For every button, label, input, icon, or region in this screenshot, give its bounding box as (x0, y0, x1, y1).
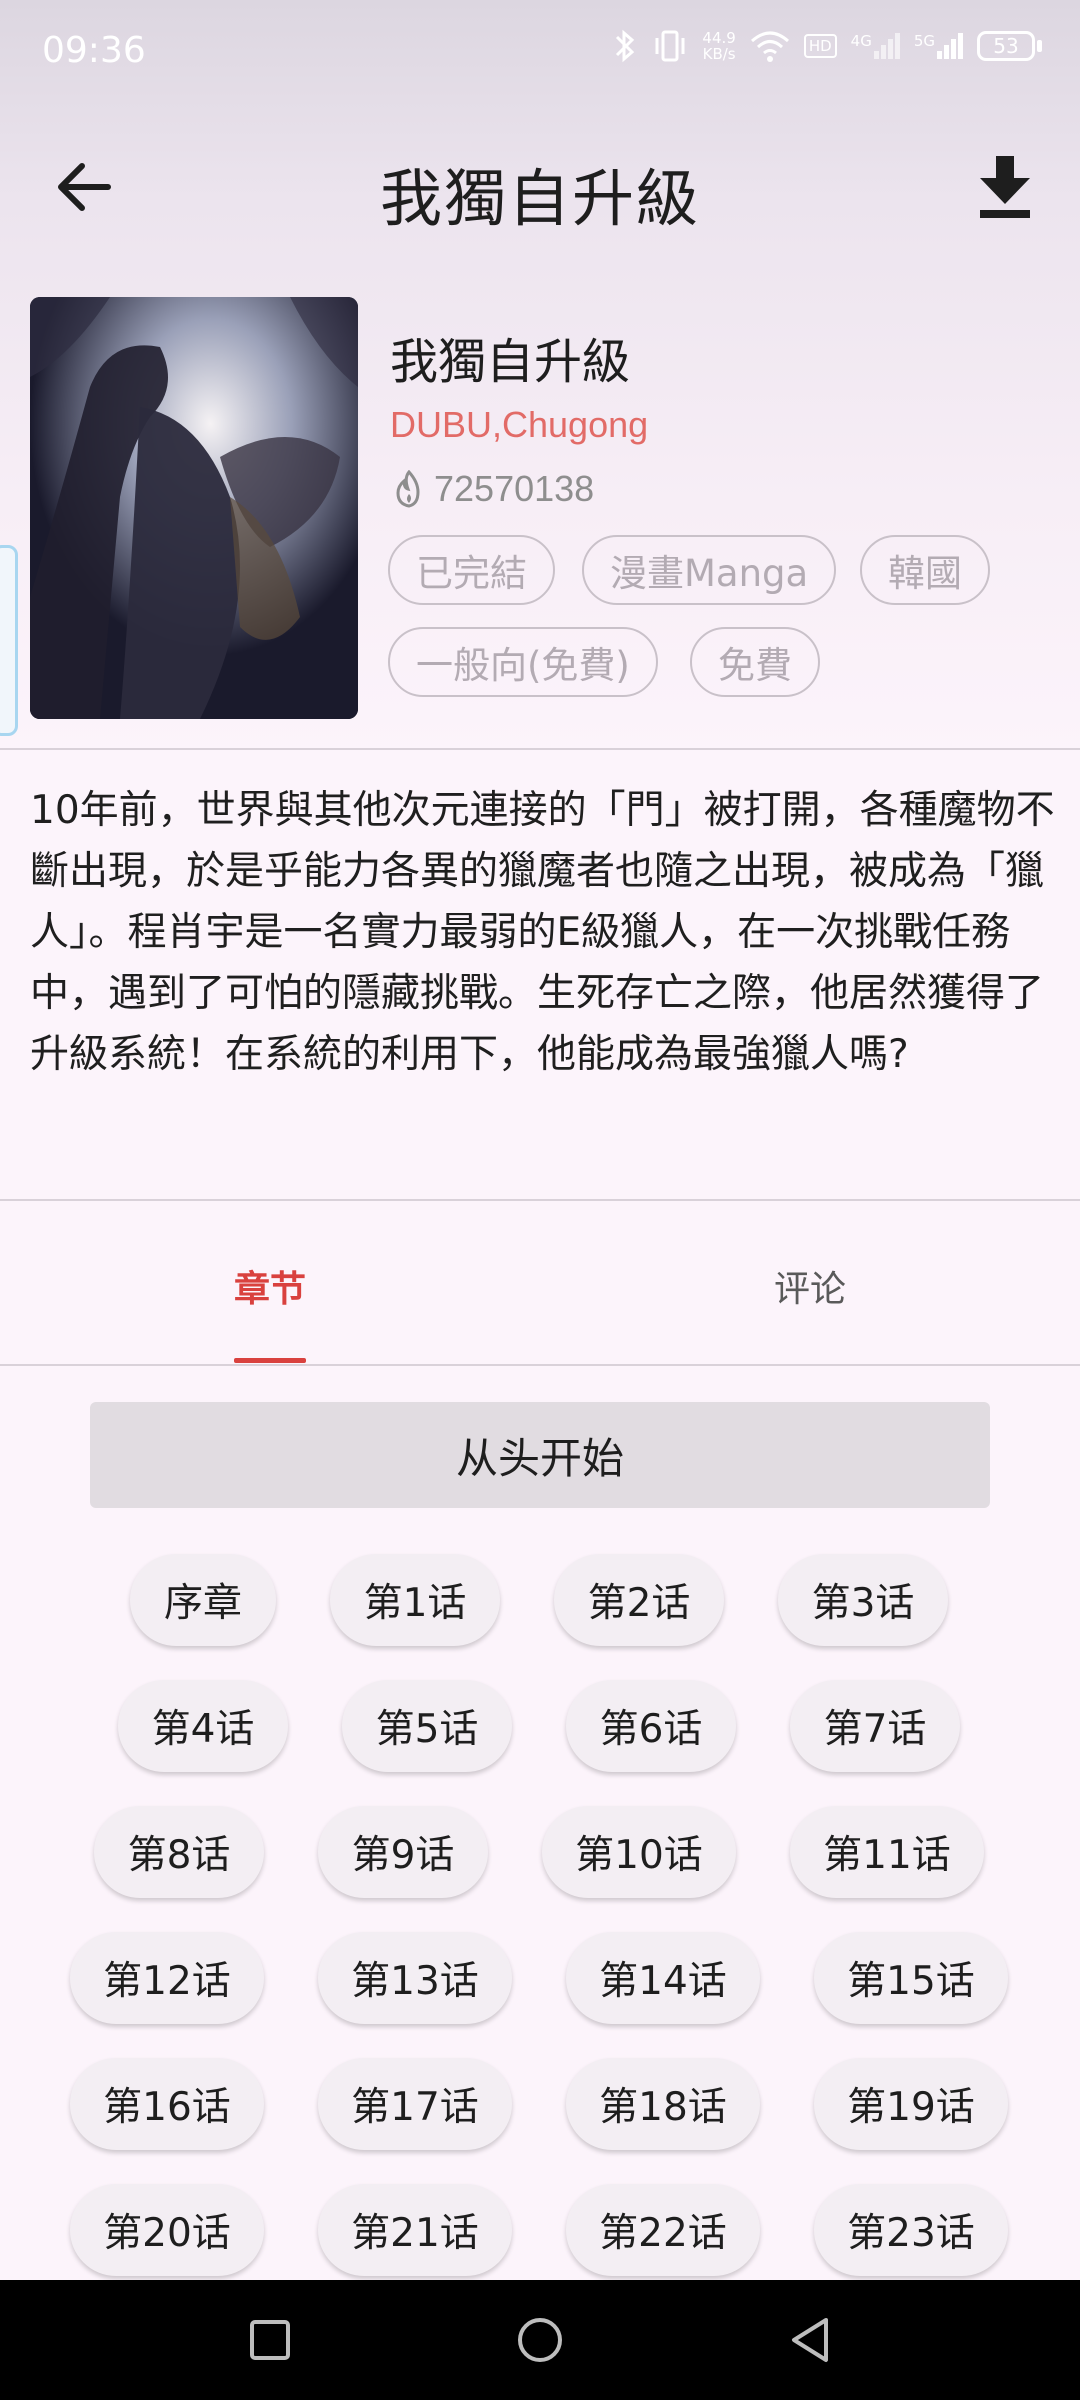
status-icons: 44.9 KB/s HD 4G 5G 53 (612, 28, 1042, 64)
home-circle-icon[interactable] (510, 2310, 570, 2370)
chapter-button[interactable]: 第16话 (70, 2058, 264, 2150)
tag-type[interactable]: 漫畫Manga (582, 535, 837, 605)
manga-description: 10年前，世界與其他次元連接的「門」被打開，各種魔物不斷出現，於是乎能力各異的獵… (30, 788, 1055, 1077)
chapter-button[interactable]: 第6话 (566, 1680, 736, 1772)
chapter-button[interactable]: 第13话 (318, 1932, 512, 2024)
battery-icon: 53 (977, 31, 1042, 61)
chapter-button[interactable]: 序章 (130, 1554, 276, 1646)
tab-indicator (234, 1358, 306, 1363)
chapter-button[interactable]: 第11话 (790, 1806, 984, 1898)
chapter-button[interactable]: 第7话 (790, 1680, 960, 1772)
page-title: 我獨自升級 (379, 162, 700, 235)
chapter-button[interactable]: 第20话 (70, 2184, 264, 2276)
chapter-button[interactable]: 第10话 (542, 1806, 736, 1898)
chapter-button[interactable]: 第8话 (94, 1806, 264, 1898)
chapter-button[interactable]: 第18话 (566, 2058, 760, 2150)
chapter-button[interactable]: 第14话 (566, 1932, 760, 2024)
start-reading-button[interactable]: 从头开始 (90, 1402, 990, 1508)
chapter-button[interactable]: 第3话 (778, 1554, 948, 1646)
chapter-button[interactable]: 第19话 (814, 2058, 1008, 2150)
vibrate-icon (655, 30, 685, 62)
chapter-button[interactable]: 第9话 (318, 1806, 488, 1898)
recents-square-icon[interactable] (240, 2310, 300, 2370)
view-count-value: 72570138 (434, 468, 595, 509)
floating-edge-tab[interactable] (0, 545, 18, 736)
manga-title: 我獨自升級 (390, 334, 631, 390)
manga-author[interactable]: DUBU,Chugong (390, 404, 648, 446)
chapter-button[interactable]: 第15话 (814, 1932, 1008, 2024)
signal-4g: 4G (851, 33, 900, 59)
status-time: 09:36 (42, 30, 146, 71)
cover-image (30, 297, 358, 719)
chapter-button[interactable]: 第2话 (554, 1554, 724, 1646)
cover-artwork (30, 297, 358, 719)
status-bar: 09:36 44.9 KB/s HD 4G 5G 53 (0, 0, 1080, 100)
hd-indicator: HD (803, 34, 837, 58)
tag-audience[interactable]: 一般向(免費) (388, 627, 658, 697)
bluetooth-icon (616, 29, 635, 63)
chapter-button[interactable]: 第22话 (566, 2184, 760, 2276)
chapter-button[interactable]: 第4话 (118, 1680, 288, 1772)
tag-status[interactable]: 已完結 (388, 535, 555, 605)
divider (0, 748, 1080, 750)
chapter-button[interactable]: 第5话 (342, 1680, 512, 1772)
wifi-icon (750, 31, 789, 62)
chapter-button[interactable]: 第12话 (70, 1932, 264, 2024)
network-speed: 44.9 KB/s (702, 29, 736, 63)
tab-comments[interactable]: 评论 (774, 1260, 846, 1312)
tag-price[interactable]: 免費 (690, 627, 820, 697)
divider (0, 1364, 1080, 1366)
app-header: 我獨自升級 (0, 130, 1080, 250)
tag-region[interactable]: 韓國 (860, 535, 990, 605)
view-count: 72570138 (392, 468, 594, 510)
signal-5g: 5G (914, 33, 963, 59)
flame-icon (396, 470, 420, 508)
download-icon[interactable] (970, 148, 1040, 222)
chapter-button[interactable]: 第21话 (318, 2184, 512, 2276)
back-triangle-icon[interactable] (780, 2310, 840, 2370)
tab-chapters[interactable]: 章节 (234, 1260, 306, 1312)
chapter-button[interactable]: 第1话 (330, 1554, 500, 1646)
chapter-button[interactable]: 第23话 (814, 2184, 1008, 2276)
system-nav-bar (0, 2280, 1080, 2400)
divider (0, 1199, 1080, 1201)
chapter-button[interactable]: 第17话 (318, 2058, 512, 2150)
